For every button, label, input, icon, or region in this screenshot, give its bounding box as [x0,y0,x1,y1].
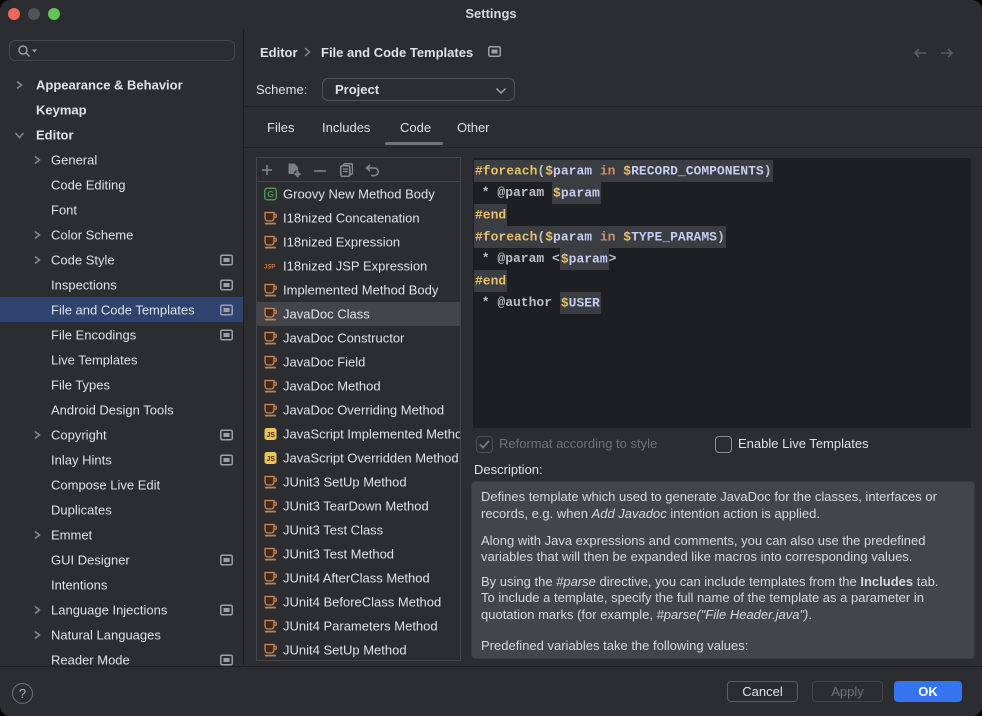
svg-text:JS: JS [266,431,275,438]
svg-text:G: G [267,189,274,199]
svg-text:JSP: JSP [264,264,275,270]
svg-text:JS: JS [266,455,275,462]
